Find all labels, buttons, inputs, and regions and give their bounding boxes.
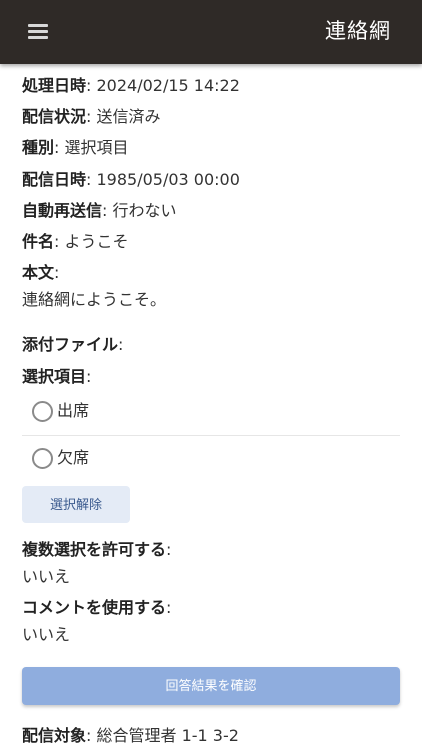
multi-select-label: 複数選択を許可する bbox=[22, 540, 167, 559]
recipients-row: 配信対象: 総合管理者 1-1 3-2 bbox=[22, 726, 239, 745]
options-label: 選択項目 bbox=[22, 367, 87, 386]
auto-resend-label: 自動再送信 bbox=[22, 201, 103, 220]
comment-setting-label: コメントを使用する bbox=[22, 598, 167, 617]
processed-datetime-value: 2024/02/15 14:22 bbox=[96, 76, 240, 95]
attachment-row: 添付ファイル: bbox=[22, 335, 124, 354]
options-header-row: 選択項目: bbox=[22, 367, 92, 386]
clear-selection-button[interactable]: 選択解除 bbox=[22, 486, 130, 523]
delivery-datetime-row: 配信日時: 1985/05/03 00:00 bbox=[22, 170, 240, 189]
multi-select-row: 複数選択を許可する: bbox=[22, 540, 172, 559]
multi-select-value: いいえ bbox=[22, 567, 71, 586]
type-row: 種別: 選択項目 bbox=[22, 138, 129, 157]
auto-resend-value: 行わない bbox=[112, 201, 177, 220]
type-value: 選択項目 bbox=[64, 138, 129, 157]
body-text: 連絡網にようこそ。 bbox=[22, 290, 167, 309]
confirm-results-button[interactable]: 回答結果を確認 bbox=[22, 667, 400, 705]
type-label: 種別 bbox=[22, 138, 55, 157]
hamburger-menu-icon[interactable] bbox=[28, 21, 50, 41]
message-detail[interactable]: 処理日時: 2024/02/15 14:22 配信状況: 送信済み 種別: 選択… bbox=[0, 64, 422, 750]
auto-resend-row: 自動再送信: 行わない bbox=[22, 201, 177, 220]
subject-label: 件名 bbox=[22, 232, 55, 251]
option-attend[interactable]: 出席 bbox=[22, 389, 400, 436]
comment-setting-row: コメントを使用する: bbox=[22, 598, 172, 617]
comment-setting-value: いいえ bbox=[22, 625, 71, 644]
delivery-datetime-value: 1985/05/03 00:00 bbox=[96, 170, 240, 189]
delivery-status-label: 配信状況 bbox=[22, 107, 87, 126]
body-label: 本文 bbox=[22, 263, 55, 282]
processed-datetime-row: 処理日時: 2024/02/15 14:22 bbox=[22, 76, 240, 95]
delivery-status-row: 配信状況: 送信済み bbox=[22, 107, 161, 126]
recipients-label: 配信対象 bbox=[22, 726, 87, 745]
subject-row: 件名: ようこそ bbox=[22, 232, 129, 251]
attachment-label: 添付ファイル bbox=[22, 335, 119, 354]
option-label: 出席 bbox=[57, 401, 90, 420]
option-absent[interactable]: 欠席 bbox=[22, 436, 400, 482]
subject-value: ようこそ bbox=[64, 232, 129, 251]
delivery-status-value: 送信済み bbox=[96, 107, 161, 126]
recipients-value: 総合管理者 1-1 3-2 bbox=[96, 726, 239, 745]
app-bar: 連絡網 bbox=[0, 0, 422, 64]
body-label-row: 本文: bbox=[22, 263, 60, 282]
delivery-datetime-label: 配信日時 bbox=[22, 170, 87, 189]
processed-datetime-label: 処理日時 bbox=[22, 76, 87, 95]
app-title: 連絡網 bbox=[325, 19, 391, 43]
radio-unchecked-icon[interactable] bbox=[32, 448, 53, 469]
radio-unchecked-icon[interactable] bbox=[32, 401, 53, 422]
option-label: 欠席 bbox=[57, 448, 90, 467]
